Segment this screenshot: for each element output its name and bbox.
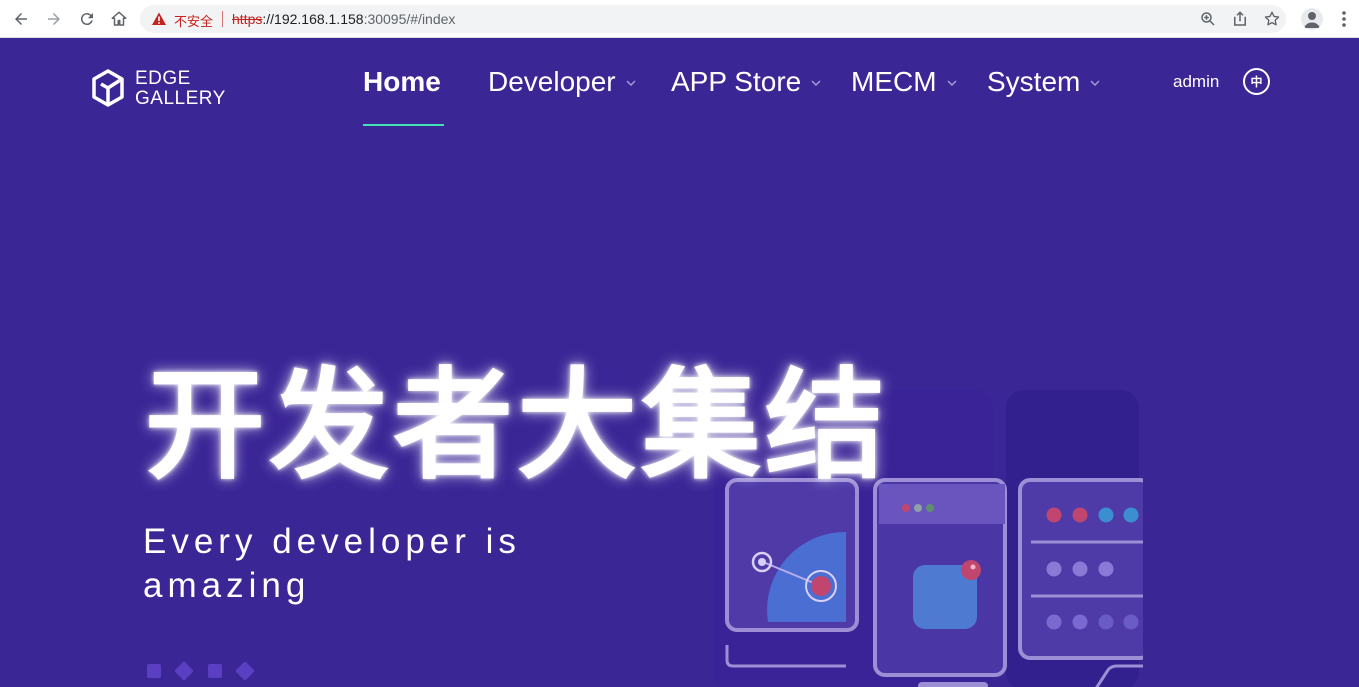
active-indicator [363,124,444,126]
nav-mecm[interactable]: MECM [851,66,957,98]
carousel-dot[interactable] [147,664,161,678]
carousel-dot[interactable] [208,664,222,678]
star-icon[interactable] [1263,10,1281,28]
logo-cube-icon [92,69,124,107]
language-toggle[interactable]: 中 [1243,68,1270,95]
chevron-down-icon [626,80,636,86]
logo[interactable]: EDGE GALLERY [91,69,241,109]
nav-app-store-label: APP Store [671,66,802,97]
page: EDGE GALLERY Home Developer APP Store ME… [0,38,1359,687]
nav-developer[interactable]: Developer [488,66,636,98]
reload-icon[interactable] [75,7,99,31]
back-icon[interactable] [9,7,33,31]
url-text[interactable]: https://192.168.1.158:30095/#/index [232,11,455,27]
more-icon[interactable] [1336,10,1352,28]
nav-developer-label: Developer [488,66,616,97]
hero-subtitle: Every developer is amazing [143,522,521,605]
security-label[interactable]: 不安全 [174,11,213,30]
url-path: :30095/#/index [363,11,456,27]
forward-icon[interactable] [42,7,66,31]
logo-line-1: EDGE [135,68,191,89]
browser-toolbar: 不安全 https://192.168.1.158:30095/#/index [0,0,1359,38]
user-name[interactable]: admin [1173,72,1219,92]
nav-system-label: System [987,66,1081,97]
logo-text: EDGE GALLERY [135,69,226,109]
chevron-down-icon [811,80,821,86]
nav-home-label: Home [363,66,441,97]
url-separator [222,11,223,27]
chevron-down-icon [1090,80,1100,86]
url-scheme: https [232,11,263,27]
nav-home[interactable]: Home [363,66,441,98]
chevron-down-icon [947,80,957,86]
profile-icon[interactable] [1301,8,1323,30]
carousel-dot[interactable] [174,661,194,681]
logo-line-2: GALLERY [135,88,226,109]
nav-system[interactable]: System [987,66,1100,98]
carousel-dot[interactable] [235,661,255,681]
warning-icon [152,12,166,25]
nav-mecm-label: MECM [851,66,937,97]
zoom-icon[interactable] [1199,10,1217,28]
share-icon[interactable] [1231,10,1249,28]
address-bar[interactable]: 不安全 https://192.168.1.158:30095/#/index [140,5,1286,33]
home-icon[interactable] [107,7,131,31]
nav-app-store[interactable]: APP Store [671,66,821,98]
url-host: ://192.168.1.158 [262,11,364,27]
hero-title: 开发者大集结 [145,357,889,496]
